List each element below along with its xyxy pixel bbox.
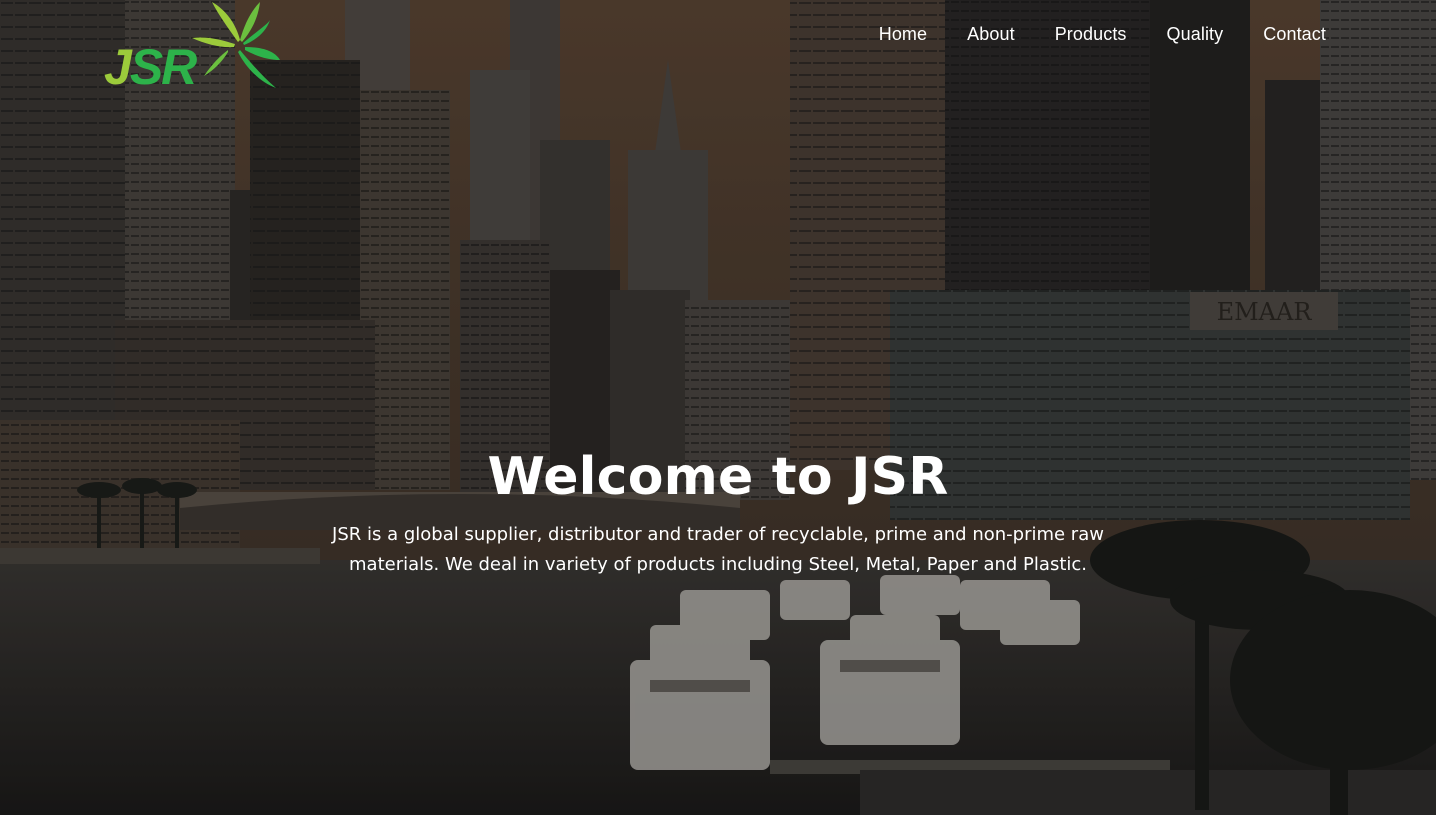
nav-link-about[interactable]: About xyxy=(967,24,1015,45)
hero-title: Welcome to JSR xyxy=(487,447,949,507)
nav-link-contact[interactable]: Contact xyxy=(1263,24,1326,45)
nav-link-products[interactable]: Products xyxy=(1055,24,1127,45)
nav-link-home[interactable]: Home xyxy=(879,24,927,45)
nav-link-quality[interactable]: Quality xyxy=(1167,24,1224,45)
leaf-icon xyxy=(192,2,280,88)
main-nav: Home About Products Quality Contact xyxy=(879,24,1326,45)
jsr-logo-graphic: JSR xyxy=(104,2,280,92)
background-dim-overlay xyxy=(0,0,1436,815)
hero-description: JSR is a global supplier, distributor an… xyxy=(332,524,1104,575)
jsr-logo[interactable]: JSR xyxy=(100,0,285,92)
logo-wordmark: JSR xyxy=(104,39,197,92)
hero-section: EMAAR JSR Home About Products Quality Co… xyxy=(0,0,1436,815)
